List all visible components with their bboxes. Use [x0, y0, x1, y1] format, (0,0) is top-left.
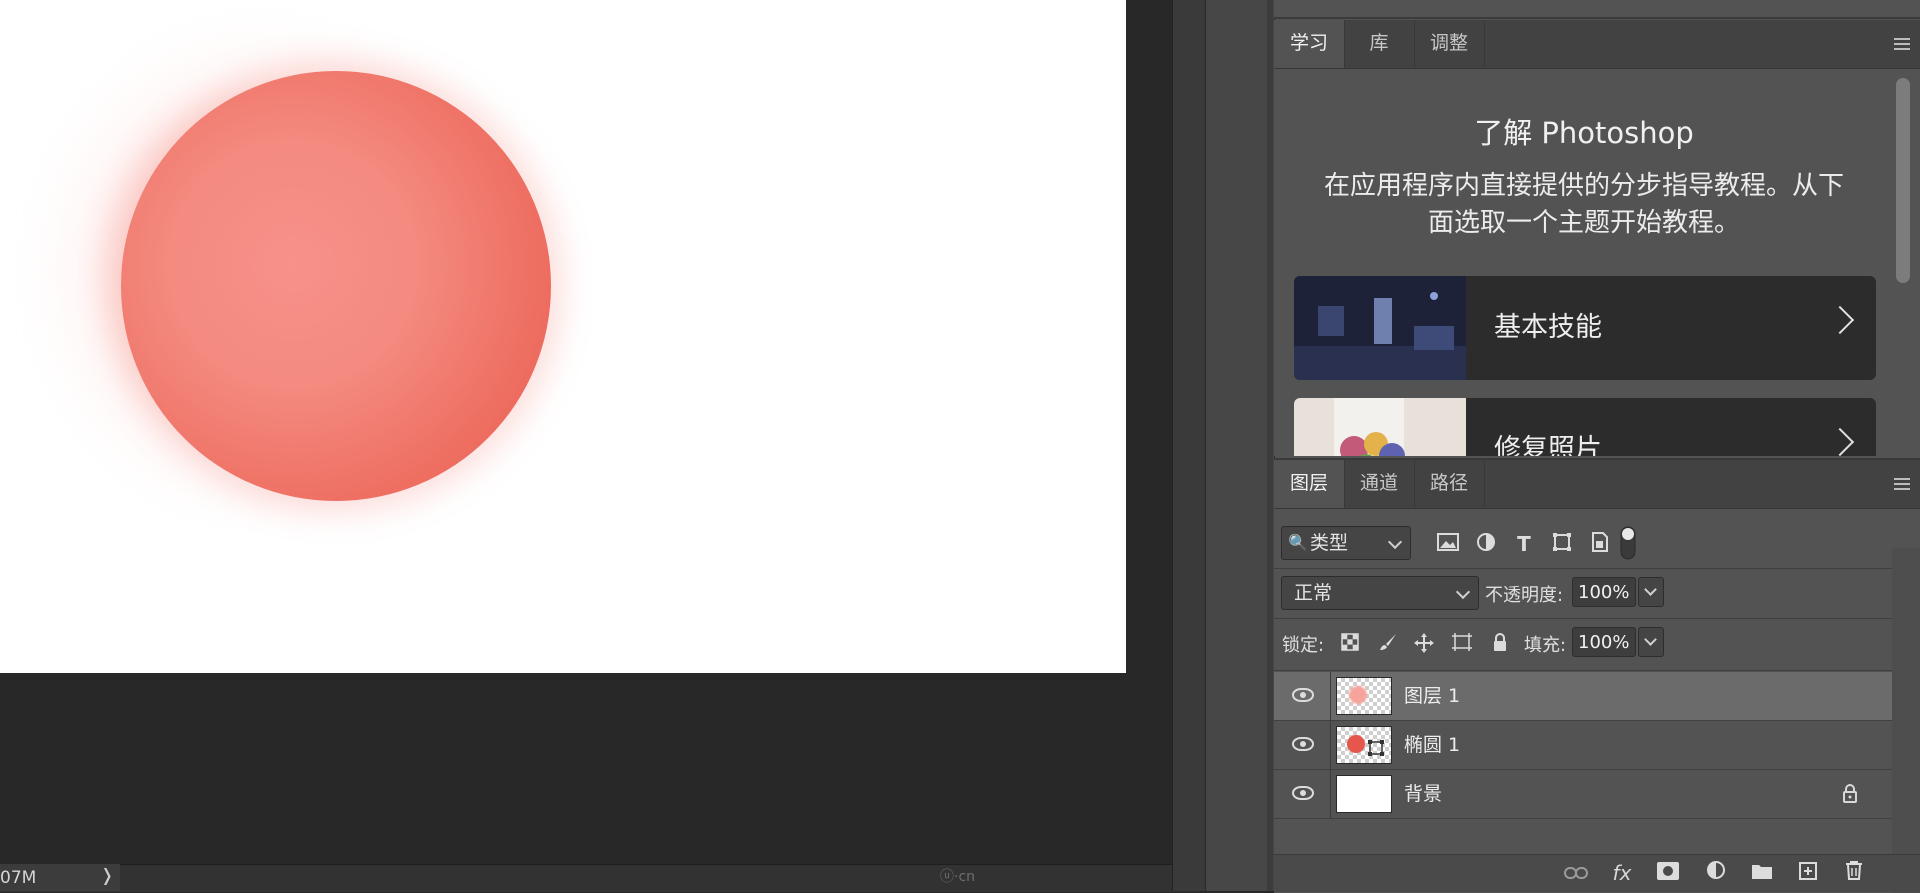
layer-thumbnail [1336, 775, 1392, 813]
bedroom-photo-thumbnail [1294, 276, 1466, 380]
lock-label: 锁定: [1282, 635, 1325, 656]
status-bar [0, 864, 1200, 892]
smart-object-filter-icon[interactable] [1588, 532, 1612, 556]
eye-visibility-icon[interactable] [1292, 737, 1314, 751]
tab-paths[interactable]: 路径 [1414, 460, 1485, 508]
fill-label: 填充: [1524, 635, 1567, 656]
flowers-photo-thumbnail [1294, 398, 1466, 456]
chevron-right-icon [1825, 305, 1855, 335]
layer-row[interactable]: 椭圆 1 [1274, 721, 1892, 770]
link-layers-icon[interactable] [1562, 859, 1590, 887]
dock-divider[interactable] [1267, 0, 1273, 891]
image-filter-icon[interactable] [1436, 532, 1460, 556]
tab-learn[interactable]: 学习 [1274, 20, 1345, 68]
type-filter-icon[interactable]: T [1512, 532, 1536, 556]
learn-description: 在应用程序内直接提供的分步指导教程。从下面选取一个主题开始教程。 [1323, 171, 1844, 238]
new-layer-icon[interactable] [1794, 859, 1822, 887]
doc-size-text: 07M [0, 868, 37, 888]
kind-label: 类型 [1310, 532, 1349, 554]
new-group-icon[interactable] [1748, 859, 1776, 887]
blend-mode-select[interactable]: 正常 [1281, 576, 1479, 610]
layer-name[interactable]: 椭圆 1 [1404, 721, 1460, 769]
panel-menu-icon[interactable] [1894, 478, 1910, 491]
shape-filter-icon[interactable] [1550, 532, 1574, 556]
learn-title: 了解 Photoshop [1474, 116, 1694, 150]
shape-layer-icon [1368, 740, 1384, 756]
fx-icon[interactable]: fx [1608, 859, 1636, 887]
lock-position-move-icon[interactable] [1412, 632, 1436, 656]
divider [1330, 721, 1331, 769]
search-icon: 🔍 [1288, 533, 1308, 552]
learn-panel: 学习 库 调整 了解 Photoshop 在应用程序内直接提供的分步指导教程。从… [1274, 20, 1920, 456]
divider [1330, 770, 1331, 818]
learn-tabbar: 学习 库 调整 [1274, 20, 1920, 69]
canvas-scrollbar[interactable] [1172, 0, 1205, 891]
opacity-label: 不透明度: [1485, 585, 1564, 606]
tab-channels[interactable]: 通道 [1344, 460, 1415, 508]
chevron-down-icon [1455, 584, 1471, 600]
layer-kind-filter[interactable]: 🔍 类型 [1281, 526, 1411, 560]
card-label: 基本技能 [1494, 312, 1602, 343]
adjustment-layer-icon[interactable] [1702, 859, 1730, 887]
lock-icon[interactable] [1842, 783, 1858, 807]
delete-layer-icon[interactable] [1840, 859, 1868, 887]
lock-artboard-icon[interactable] [1450, 632, 1474, 656]
tab-layers[interactable]: 图层 [1274, 460, 1345, 508]
lock-image-pixels-brush-icon[interactable] [1376, 632, 1400, 656]
eye-visibility-icon[interactable] [1292, 688, 1314, 702]
tutorial-card-basic-skills[interactable]: 基本技能 [1294, 276, 1876, 380]
tutorial-card-fix-photos[interactable]: 修复照片 [1294, 398, 1876, 456]
layer-name[interactable]: 图层 1 [1404, 672, 1460, 720]
divider [1274, 618, 1920, 619]
adjustment-filter-icon[interactable] [1474, 532, 1498, 556]
panel-menu-icon[interactable] [1894, 38, 1910, 51]
lock-all-icon[interactable] [1488, 632, 1512, 656]
fill-dropdown-button[interactable] [1638, 627, 1664, 657]
layer-name[interactable]: 背景 [1404, 770, 1442, 818]
tab-adjustments[interactable]: 调整 [1414, 20, 1485, 68]
divider [1274, 670, 1920, 671]
filter-toggle-icon[interactable] [1620, 526, 1636, 560]
chevron-down-icon [1387, 534, 1403, 550]
panel-dock-strip [1205, 0, 1274, 891]
divider [1274, 568, 1920, 569]
opacity-dropdown-button[interactable] [1638, 577, 1664, 607]
lock-transparent-pixels-icon[interactable] [1338, 632, 1362, 656]
chevron-right-icon [1825, 427, 1855, 456]
red-ellipse-preview [1347, 735, 1365, 753]
divider [1330, 672, 1331, 720]
layers-scrollbar[interactable] [1892, 548, 1920, 893]
watermark-logo: ⓤ·cn [940, 869, 976, 885]
learn-scrollbar[interactable] [1896, 78, 1910, 283]
layers-tabbar: 图层 通道 路径 [1274, 460, 1920, 509]
tab-libraries[interactable]: 库 [1344, 20, 1415, 68]
status-menu-arrow-icon[interactable]: ❭ [100, 866, 114, 886]
collapsed-panel-strip [1274, 0, 1920, 19]
document-canvas[interactable] [0, 0, 1126, 673]
layer-thumbnail [1336, 677, 1392, 715]
add-mask-icon[interactable] [1654, 859, 1682, 887]
layer-thumbnail [1336, 726, 1392, 764]
eye-visibility-icon[interactable] [1292, 786, 1314, 800]
blend-mode-value: 正常 [1294, 582, 1333, 604]
layers-bottom-toolbar: fx [1274, 854, 1920, 892]
layers-panel: 图层 通道 路径 🔍 类型 T 正常 不透明度: 100% 锁定: 填充: 10… [1274, 458, 1920, 893]
layer-row[interactable]: 图层 1 [1274, 672, 1892, 721]
layer-row[interactable]: 背景 [1274, 770, 1892, 819]
pink-blur-preview [1349, 686, 1367, 704]
card-label: 修复照片 [1494, 434, 1602, 456]
fill-input[interactable]: 100% [1572, 627, 1636, 657]
ellipse-shape [121, 71, 551, 501]
opacity-input[interactable]: 100% [1572, 577, 1636, 607]
